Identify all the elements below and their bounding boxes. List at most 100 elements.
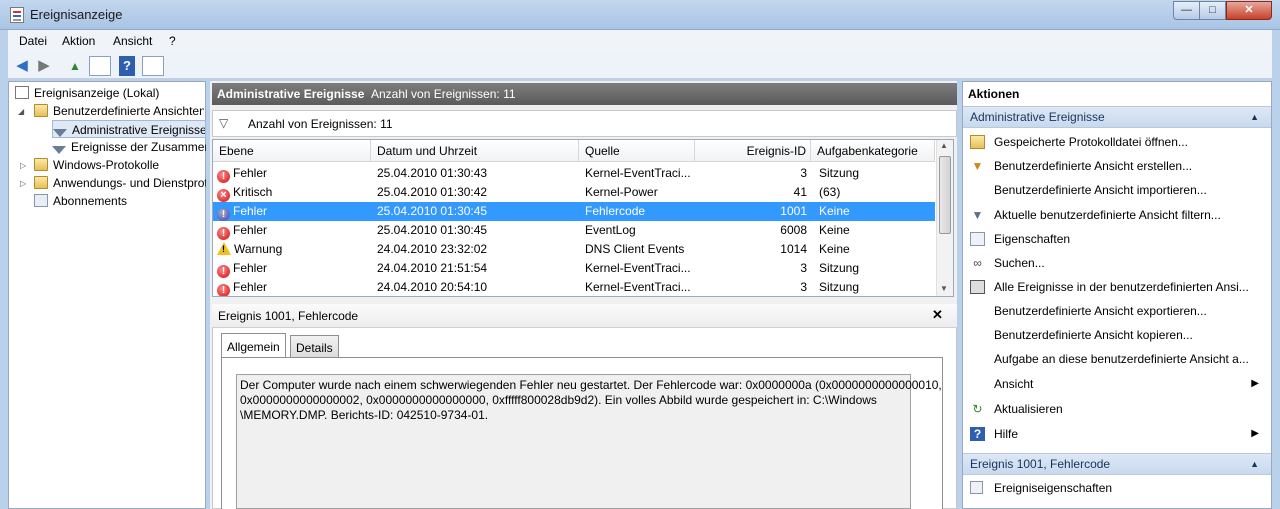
table-row[interactable]: × Kritisch 25.04.2010 01:30:42 Kernel-Power… <box>213 183 935 202</box>
action-item[interactable]: Benutzerdefinierte Ansicht exportieren..… <box>963 300 1271 322</box>
menu-aktion[interactable]: Aktion <box>62 34 95 48</box>
column-header-source[interactable]: Quelle <box>579 140 695 162</box>
show-hide-action-pane-icon[interactable] <box>142 56 164 76</box>
action-item[interactable]: ▼ Aktuelle benutzerdefinierte Ansicht fil… <box>963 204 1271 226</box>
tree-label: Ereignisanzeige (Lokal) <box>34 86 160 100</box>
action-label: Aktualisieren <box>994 402 1063 416</box>
back-arrow-icon[interactable]: ◀ <box>12 56 32 76</box>
event-message[interactable]: Der Computer wurde nach einem schwerwieg… <box>236 374 942 509</box>
cell-source: Fehlercode <box>585 204 646 218</box>
tree-item-summary-events[interactable]: Ereignisse der Zusammenfassung <box>52 138 206 156</box>
help-icon[interactable]: ? <box>119 56 135 76</box>
menu-datei[interactable]: Datei <box>19 34 47 48</box>
cell-category: Sitzung <box>819 166 860 180</box>
properties-icon <box>970 232 985 246</box>
level-label: Kritisch <box>233 185 273 199</box>
maximize-button[interactable]: □ <box>1199 1 1226 20</box>
minimize-button[interactable]: — <box>1173 1 1200 20</box>
error-icon: ! <box>217 284 230 296</box>
open-folder-icon <box>970 135 985 149</box>
event-count: Anzahl von Ereignissen: 11 <box>371 87 516 101</box>
menu-help[interactable]: ? <box>169 34 176 48</box>
scroll-down-icon[interactable]: ▼ <box>940 284 948 293</box>
tree-item-root[interactable]: Ereignisanzeige (Lokal) <box>15 84 159 102</box>
show-hide-console-tree-icon[interactable] <box>89 56 111 76</box>
cell-level: ! Fehler <box>217 278 267 296</box>
tree-item-subscriptions[interactable]: Abonnements <box>34 192 127 210</box>
action-label: Aktuelle benutzerdefinierte Ansicht filt… <box>994 208 1221 222</box>
table-row[interactable]: Warnung 24.04.2010 23:32:02 DNS Client Eve… <box>213 240 935 259</box>
tree-label: Abonnements <box>53 194 128 208</box>
filter-funnel-icon <box>53 129 67 137</box>
tab-allgemein[interactable]: Allgemein <box>221 333 286 357</box>
cell-date: 24.04.2010 20:54:10 <box>377 280 488 294</box>
action-item[interactable]: Gespeicherte Protokolldatei öffnen... <box>963 131 1271 153</box>
table-row[interactable]: ! Fehler 25.04.2010 01:30:45 EventLog 6008 Ke… <box>213 221 935 240</box>
tab-details[interactable]: Details <box>290 335 339 357</box>
action-item[interactable]: Ansicht ▶ <box>963 373 1271 395</box>
scroll-up-icon[interactable]: ▲ <box>940 141 948 150</box>
column-header-task-category[interactable]: Aufgabenkategorie <box>811 140 935 162</box>
event-message-line: \MEMORY.DMP. Berichts-ID: 042510-9734-01… <box>240 408 489 422</box>
action-event-properties[interactable]: Ereigniseigenschaften <box>963 477 1271 499</box>
action-item[interactable]: Benutzerdefinierte Ansicht importieren..… <box>963 179 1271 201</box>
tree-item-app-logs[interactable]: Anwendungs- und Dienstprotokolle <box>34 174 206 192</box>
actions-section-admin-events[interactable]: Administrative Ereignisse ▲ <box>963 106 1271 128</box>
cell-category: Keine <box>819 242 850 256</box>
action-item[interactable]: Alle Ereignisse in der benutzerdefiniert… <box>963 276 1271 298</box>
cell-id: 41 <box>793 185 807 199</box>
action-item[interactable]: ↻ Aktualisieren <box>963 398 1271 420</box>
column-header-event-id[interactable]: Ereignis-ID <box>695 140 811 162</box>
scroll-thumb[interactable] <box>939 156 951 234</box>
table-row[interactable]: ! Fehler 25.04.2010 01:30:43 Kernel-EventTr… <box>213 164 935 183</box>
collapse-chevron-icon[interactable]: ▲ <box>1250 107 1259 128</box>
cell-id: 1001 <box>780 204 807 218</box>
action-item[interactable]: Eigenschaften <box>963 228 1271 250</box>
cell-date: 25.04.2010 01:30:42 <box>377 185 488 199</box>
events-grid[interactable]: Ebene Datum und Uhrzeit Quelle Ereignis-… <box>212 139 954 297</box>
actions-title: Aktionen <box>968 87 1020 101</box>
close-window-button[interactable]: ✕ <box>1226 1 1272 20</box>
error-icon: ! <box>217 170 230 183</box>
menu-ansicht[interactable]: Ansicht <box>113 34 152 48</box>
properties-icon <box>970 481 983 494</box>
section-label: Ereignis 1001, Fehlercode <box>970 457 1111 471</box>
tree-label: Anwendungs- und Dienstprotokolle <box>53 176 206 190</box>
section-label: Administrative Ereignisse <box>970 110 1105 124</box>
cell-id: 3 <box>800 261 807 275</box>
grid-scrollbar[interactable]: ▲ ▼ <box>936 140 953 296</box>
up-folder-icon[interactable]: ▲ <box>65 56 85 76</box>
cell-category: Sitzung <box>819 280 860 294</box>
action-item[interactable]: Aufgabe an diese benutzerdefinierte Ansi… <box>963 348 1271 370</box>
cell-level: ! Fehler <box>217 221 267 240</box>
forward-arrow-icon[interactable]: ▶ <box>34 56 54 76</box>
tree-label: Benutzerdefinierte Ansichten <box>53 104 204 118</box>
action-item[interactable]: ? Hilfe ▶ <box>963 423 1271 445</box>
binoculars-icon: ∞ <box>973 256 982 270</box>
tree-item-windows-logs[interactable]: Windows-Protokolle <box>34 156 159 174</box>
column-header-level[interactable]: Ebene <box>213 140 371 162</box>
close-detail-icon[interactable]: ✕ <box>932 307 943 323</box>
action-item[interactable]: Benutzerdefinierte Ansicht kopieren... <box>963 324 1271 346</box>
actions-section-event[interactable]: Ereignis 1001, Fehlercode ▲ <box>963 453 1271 475</box>
event-viewer-app-icon <box>10 7 24 23</box>
table-row[interactable]: ! Fehler 24.04.2010 21:51:54 Kernel-EventTr… <box>213 259 935 278</box>
table-row[interactable]: ! Fehler 24.04.2010 20:54:10 Kernel-EventTr… <box>213 278 935 296</box>
filter-funnel-icon <box>52 146 66 154</box>
cell-date: 25.04.2010 01:30:43 <box>377 166 488 180</box>
table-row[interactable]: ! Fehler 25.04.2010 01:30:45 Fehlercode 1001… <box>213 202 935 221</box>
expand-arrow-icon[interactable]: ▷ <box>20 179 26 188</box>
collapse-chevron-icon[interactable]: ▲ <box>1250 454 1259 475</box>
toolbar: ◀ ▶ ▲ ? <box>8 52 1272 79</box>
collapse-arrow-icon[interactable]: ◢ <box>18 107 24 116</box>
column-header-date[interactable]: Datum und Uhrzeit <box>371 140 579 162</box>
tree-item-admin-events[interactable]: Administrative Ereignisse <box>52 120 206 138</box>
event-detail-title: Ereignis 1001, Fehlercode <box>218 309 359 323</box>
view-title: Administrative Ereignisse <box>217 87 365 101</box>
action-item[interactable]: ▼ Benutzerdefinierte Ansicht erstellen... <box>963 155 1271 177</box>
tree-item-custom-views[interactable]: Benutzerdefinierte Ansichten <box>34 102 204 120</box>
expand-arrow-icon[interactable]: ▷ <box>20 161 26 170</box>
event-viewer-icon <box>15 86 29 99</box>
action-item[interactable]: ∞ Suchen... <box>963 252 1271 274</box>
center-header: Administrative Ereignisse Anzahl von Ere… <box>212 83 957 105</box>
